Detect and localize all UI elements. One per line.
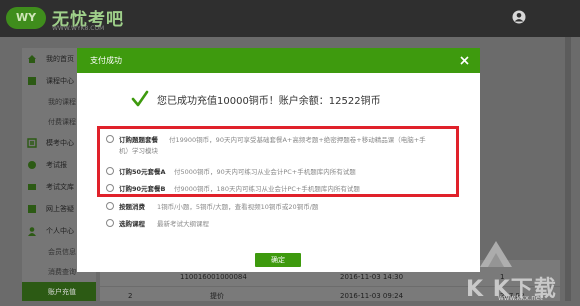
table-cell: 2016-11-03 09:24 (340, 292, 404, 300)
person-icon (28, 227, 36, 236)
news-icon (28, 161, 36, 169)
sidebar-item-label: 考试报 (46, 161, 67, 169)
dialog-title: 支付成功 (90, 56, 122, 65)
option-description-line2: 机）学习模块 (119, 147, 158, 155)
sidebar-item-label: 个人中心 (46, 227, 74, 235)
option-select-course[interactable]: 选购课程 最新考试大纲课程 (106, 218, 466, 228)
user-icon[interactable] (512, 10, 526, 24)
sidebar-item-label: 会员信息 (48, 248, 76, 256)
watermark-logo-icon (480, 241, 512, 267)
dialog-header: 支付成功 (77, 48, 480, 73)
confirm-button[interactable]: 确定 (255, 253, 301, 267)
question-icon (28, 205, 36, 213)
radio-button[interactable] (106, 219, 114, 227)
sidebar-item-label: 付费课程 (48, 118, 76, 126)
sidebar-item-label: 课程中心 (46, 77, 74, 85)
sidebar-item-label: 我的首页 (46, 55, 74, 63)
sidebar-item-label: 考试文库 (46, 183, 74, 191)
option-pay-per-question[interactable]: 按题消费 1铜币/小题，5铜币/大题，查看视频10铜币或20铜币/题 (106, 201, 466, 211)
option-description: 1铜币/小题，5铜币/大题，查看视频10铜币或20铜币/题 (157, 203, 319, 211)
top-bar: WY 无忧考吧 WWW.WYK8.COM (0, 0, 580, 37)
option-name: 选购课程 (119, 220, 145, 228)
close-icon[interactable] (458, 54, 471, 67)
home-icon (28, 55, 36, 63)
exam-icon (27, 138, 37, 148)
sidebar-item-label: 消费查询 (48, 268, 76, 276)
option-name: 订购90元套餐B (119, 185, 166, 193)
logo-url: WWW.WYK8.COM (52, 25, 105, 32)
option-name: 按题消费 (119, 203, 145, 211)
success-message: 您已成功充值10000铜币！账户余额：12522铜币 (157, 96, 381, 107)
option-name: 订购50元套餐A (119, 168, 166, 176)
table-cell: 2 (128, 292, 133, 300)
payment-success-dialog: 支付成功 您已成功充值10000铜币！账户余额：12522铜币 订购题题套餐 付… (77, 48, 480, 272)
sidebar-item-label: 网上答疑 (46, 205, 74, 213)
radio-button[interactable] (106, 135, 114, 143)
option-package-premium[interactable]: 订购题题套餐 付19900铜币，90天内可享受基础套餐A+高频考题+绝密押题卷+… (106, 134, 466, 156)
watermark: K K下载 www.kkx.net (466, 237, 576, 302)
option-package-a[interactable]: 订购50元套餐A 付5000铜币，90天内可练习从业会计PC+手机题库内所有试题 (106, 166, 466, 176)
book-icon (28, 77, 36, 85)
sidebar-item-label: 账户充值 (48, 288, 76, 296)
radio-button[interactable] (106, 184, 114, 192)
option-description: 最新考试大纲课程 (157, 220, 209, 228)
sidebar-item-label: 我的课程 (48, 98, 76, 106)
option-description: 付5000铜币，90天内可练习从业会计PC+手机题库内所有试题 (174, 168, 356, 176)
option-package-b[interactable]: 订购90元套餐B 付9000铜币，180天内可练习从业会计PC+手机题库内所有试… (106, 183, 466, 193)
checkmark-icon (131, 90, 149, 107)
logo-mark: WY (6, 7, 46, 29)
option-name: 订购题题套餐 (119, 136, 158, 144)
option-description: 付9000铜币，180天内可练习从业会计PC+手机题库内所有试题 (174, 185, 360, 193)
library-icon (28, 184, 36, 190)
option-description: 付19900铜币，90天内可享受基础套餐A+高频考题+绝密押题卷+移动精品课（电… (169, 136, 426, 144)
table-cell: 提价 (210, 292, 224, 300)
sidebar-item-label: 模考中心 (46, 139, 74, 147)
sidebar-item-recharge[interactable]: 账户充值 (22, 282, 96, 301)
radio-button[interactable] (106, 167, 114, 175)
radio-button[interactable] (106, 202, 114, 210)
